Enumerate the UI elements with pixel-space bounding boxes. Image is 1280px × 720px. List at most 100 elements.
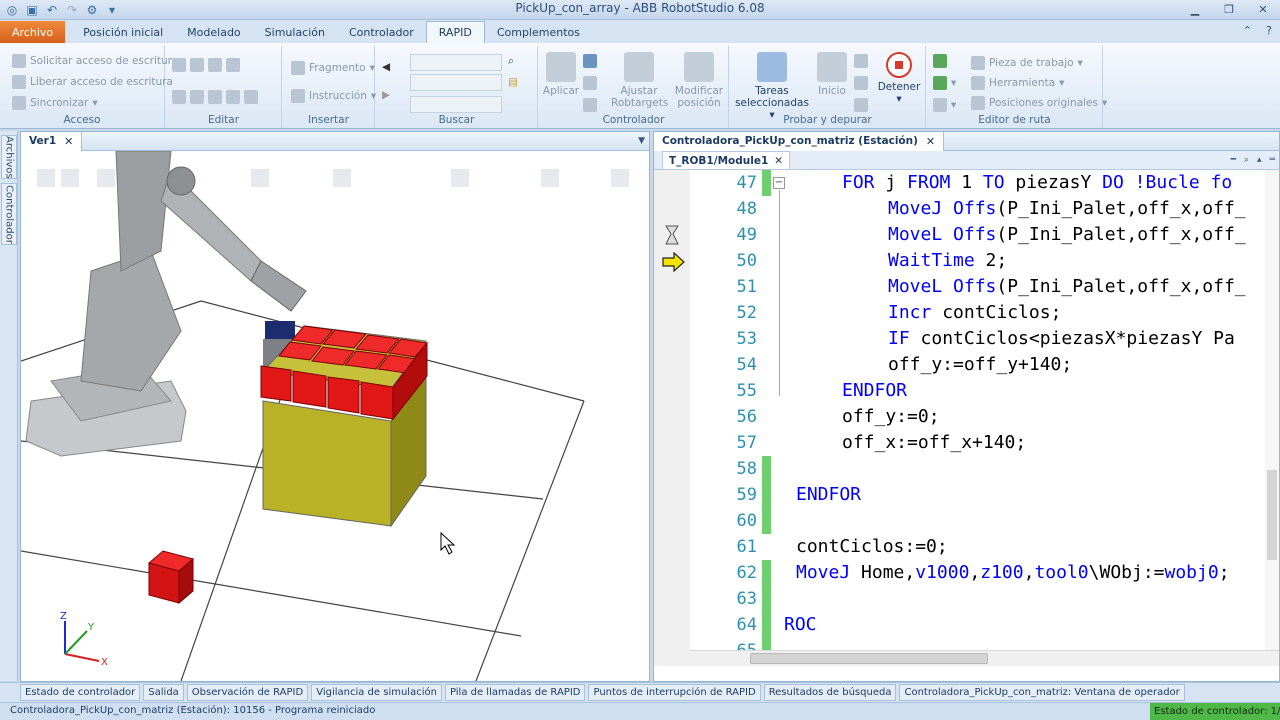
view-tool-icon[interactable] <box>333 169 351 187</box>
tab-call-stack[interactable]: Pila de llamadas de RAPID <box>444 684 586 701</box>
selected-tasks-button[interactable]: Tareas seleccionadas ▾ <box>732 52 812 121</box>
start-button[interactable]: Inicio <box>814 52 850 97</box>
code-line[interactable]: 52 Incr contCiclos; <box>654 300 1279 326</box>
step-out-icon[interactable] <box>854 98 868 112</box>
help-icon[interactable]: ? <box>1266 24 1272 37</box>
tab-controller-station[interactable]: Controladora_PickUp_con_matriz (Estación… <box>654 131 945 151</box>
indent-icon[interactable] <box>172 58 186 72</box>
code-line[interactable]: 51 MoveL Offs(P_Ini_Palet,off_x,off_ <box>654 274 1279 300</box>
close-view-icon[interactable]: ✕ <box>64 135 73 148</box>
tab-rapid-watch[interactable]: Observación de RAPID <box>186 684 309 701</box>
tab-module1[interactable]: T_ROB1/Module1 ✕ <box>662 151 791 169</box>
view-tool-icon[interactable] <box>97 169 115 187</box>
outdent-icon[interactable] <box>190 58 204 72</box>
go-forward-icon[interactable]: ▶ <box>382 89 390 101</box>
check-program-icon[interactable] <box>583 54 597 68</box>
close-editor-icon[interactable]: ✕ <box>926 135 935 148</box>
tab-ver1[interactable]: Ver1 ✕ <box>21 131 83 151</box>
tab-output[interactable]: Salida <box>143 684 184 701</box>
tab-breakpoints[interactable]: Puntos de interrupción de RAPID <box>588 684 761 701</box>
tab-posicion-inicial[interactable]: Posición inicial <box>71 21 175 43</box>
controller-state-badge[interactable]: Estado de controlador: 1/1 <box>1150 703 1280 720</box>
path-add-icon[interactable] <box>933 76 947 90</box>
uncomment-icon[interactable] <box>226 58 240 72</box>
fold-toggle-icon[interactable]: − <box>773 177 785 189</box>
code-line[interactable]: 61 contCiclos:=0; <box>654 534 1279 560</box>
code-line[interactable]: 60 <box>654 508 1279 534</box>
code-line[interactable]: 64 ROC <box>654 612 1279 638</box>
comment-icon[interactable] <box>208 58 222 72</box>
tab-rapid[interactable]: RAPID <box>425 21 485 43</box>
3d-viewport[interactable]: Z Y X <box>20 150 649 682</box>
sphere-icon[interactable] <box>933 98 947 112</box>
list-icon[interactable] <box>244 90 258 104</box>
minimize-pane-icon[interactable]: ━ <box>1231 155 1236 165</box>
tab-simulacion[interactable]: Simulación <box>253 21 337 43</box>
code-editor[interactable]: 47 FOR j FROM 1 TO piezasY DO !Bucle fo −4… <box>654 170 1279 666</box>
more-icon[interactable]: ▴ <box>1257 155 1262 165</box>
ribbon-minimize-icon[interactable]: ⌃ <box>1243 24 1252 37</box>
minimize-icon[interactable]: ▁ <box>1178 0 1212 18</box>
code-line[interactable]: 47 FOR j FROM 1 TO piezasY DO !Bucle fo − <box>654 170 1279 196</box>
tab-simulation-watch[interactable]: Vigilancia de simulación <box>311 684 442 701</box>
apply-button[interactable]: Aplicar <box>541 52 581 97</box>
path-icon[interactable] <box>933 54 947 68</box>
code-line[interactable]: 48 MoveJ Offs(P_Ini_Palet,off_x,off_ <box>654 196 1279 222</box>
code-line[interactable]: 55 ENDFOR <box>654 378 1279 404</box>
view-tool-icon[interactable] <box>611 169 629 187</box>
copy-icon[interactable] <box>190 90 204 104</box>
code-line[interactable]: 62 MoveJ Home,v1000,z100,tool0\WObj:=wobj… <box>654 560 1279 586</box>
vertical-scrollbar[interactable] <box>1265 170 1279 650</box>
cut-icon[interactable] <box>172 90 186 104</box>
view-tool-icon[interactable] <box>37 169 55 187</box>
code-line[interactable]: 57 off_x:=off_x+140; <box>654 430 1279 456</box>
find-combo[interactable] <box>410 54 502 71</box>
fragment-button[interactable]: Fragmento ▾ <box>291 61 375 75</box>
find-icon[interactable]: ⌕ <box>508 55 514 68</box>
code-line[interactable]: 49 MoveL Offs(P_Ini_Palet,off_x,off_ <box>654 222 1279 248</box>
find-in-files-icon[interactable]: ▤ <box>508 76 518 88</box>
code-line[interactable]: 53 IF contCiclos<piezasX*piezasY Pa <box>654 326 1279 352</box>
compare-icon[interactable] <box>583 76 597 90</box>
code-line[interactable]: 59 ENDFOR <box>654 482 1279 508</box>
restore-icon[interactable]: ❐ <box>1212 0 1246 18</box>
zoom-icon[interactable]: ⌕ <box>1244 155 1249 165</box>
tab-complementos[interactable]: Complementos <box>485 21 592 43</box>
code-line[interactable]: 50 WaitTime 2; <box>654 248 1279 274</box>
horizontal-scrollbar[interactable] <box>690 650 1279 666</box>
original-positions-dropdown[interactable]: Posiciones originales ▾ <box>971 96 1107 110</box>
code-line[interactable]: 63 <box>654 586 1279 612</box>
close-icon[interactable]: ✕ <box>1246 0 1280 18</box>
view-tool-icon[interactable] <box>251 169 269 187</box>
format-icon[interactable] <box>226 90 240 104</box>
code-line[interactable]: 56 off_y:=0; <box>654 404 1279 430</box>
workpiece-dropdown[interactable]: Pieza de trabajo ▾ <box>971 56 1083 70</box>
code-line[interactable]: 58 <box>654 456 1279 482</box>
split-icon[interactable]: ═ <box>1270 155 1275 165</box>
side-tab-controlador[interactable]: Controlador <box>1 183 17 245</box>
instruction-button[interactable]: Instrucción ▾ <box>291 89 376 103</box>
view-tool-icon[interactable] <box>451 169 469 187</box>
tab-controlador[interactable]: Controlador <box>337 21 426 43</box>
stop-button[interactable]: Detener ▾ <box>876 52 922 105</box>
paste-icon[interactable] <box>208 90 222 104</box>
tab-archivo[interactable]: Archivo <box>0 21 66 43</box>
adjust-robtargets-button[interactable]: Ajustar Robtargets <box>611 52 668 109</box>
horizontal-scroll-thumb[interactable] <box>750 653 988 664</box>
tab-operator-window[interactable]: Controladora_PickUp_con_matriz: Ventana … <box>899 684 1185 701</box>
view-tool-icon[interactable] <box>61 169 79 187</box>
go-back-icon[interactable]: ◀ <box>382 61 390 73</box>
close-module-icon[interactable]: ✕ <box>774 155 783 167</box>
request-write-access-button[interactable]: Solicitar acceso de escritura <box>12 54 178 68</box>
side-tab-archivos[interactable]: Archivos <box>1 135 17 179</box>
replace-combo[interactable] <box>410 74 502 91</box>
tool-dropdown[interactable]: Herramienta ▾ <box>971 76 1064 90</box>
code-line[interactable]: 54 off_y:=off_y+140; <box>654 352 1279 378</box>
synchronize-button[interactable]: Sincronizar ▾ <box>12 96 98 110</box>
tab-controller-status[interactable]: Estado de controlador <box>20 684 141 701</box>
modify-position-button[interactable]: Modificar posición <box>671 52 727 109</box>
vertical-scroll-thumb[interactable] <box>1267 470 1277 560</box>
settings-icon[interactable] <box>583 98 597 112</box>
view-tool-icon[interactable] <box>541 169 559 187</box>
step-over-icon[interactable] <box>854 76 868 90</box>
